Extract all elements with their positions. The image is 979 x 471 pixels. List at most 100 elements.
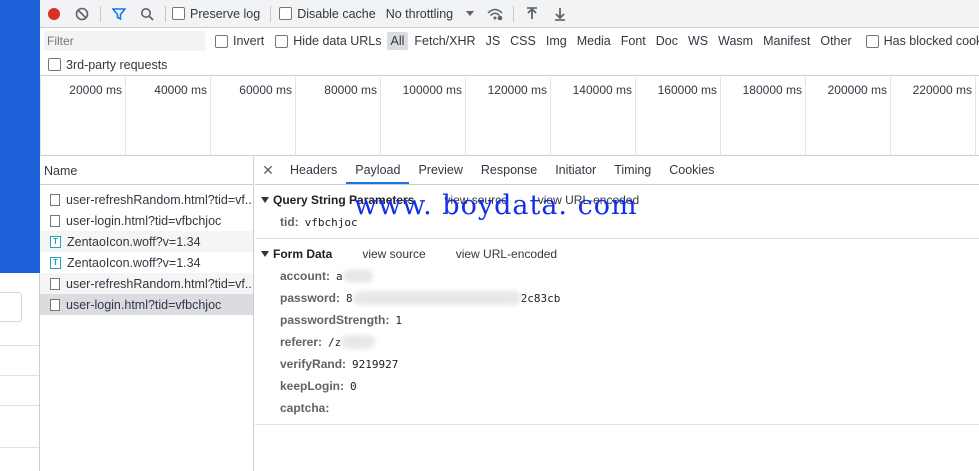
filter-type-img[interactable]: Img xyxy=(542,32,571,50)
filter-type-all[interactable]: All xyxy=(386,32,409,50)
disable-cache-checkbox[interactable] xyxy=(279,7,293,20)
chevron-down-icon xyxy=(466,10,475,16)
preserve-log-label: Preserve log xyxy=(190,6,261,21)
tab-timing[interactable]: Timing xyxy=(605,157,660,184)
param-value-start: 8 xyxy=(346,291,353,305)
third-party-bar: 3rd-party requests xyxy=(40,54,979,76)
filter-type-wasm[interactable]: Wasm xyxy=(714,32,757,50)
request-name: ZentaoIcon.woff?v=1.34 xyxy=(67,234,201,249)
timeline-overview[interactable]: 20000 ms 40000 ms 60000 ms 80000 ms 1000… xyxy=(40,77,979,156)
param-key: referer: xyxy=(280,335,323,349)
tab-preview[interactable]: Preview xyxy=(409,157,471,184)
page-divider xyxy=(0,405,39,406)
request-row[interactable]: T ZentaoIcon.woff?v=1.34 xyxy=(40,252,253,273)
request-name: ZentaoIcon.woff?v=1.34 xyxy=(67,255,201,270)
invert-checkbox[interactable] xyxy=(215,34,228,48)
disable-cache-toggle[interactable]: Disable cache xyxy=(279,0,376,28)
hide-data-urls-checkbox[interactable] xyxy=(275,34,289,48)
record-icon[interactable] xyxy=(40,0,68,28)
page-divider xyxy=(0,447,39,448)
request-list: Name user-refreshRandom.html?tid=vf... u… xyxy=(40,157,254,471)
document-icon xyxy=(50,277,60,290)
throttling-select[interactable]: No throttling xyxy=(386,0,477,28)
param-key: passwordStrength: xyxy=(280,313,390,327)
watermark-text: www. boydata. com xyxy=(354,190,638,221)
page-input-edge xyxy=(0,292,22,322)
has-blocked-cookies-toggle[interactable]: Has blocked cookies xyxy=(865,28,979,54)
filter-type-css[interactable]: CSS xyxy=(506,32,540,50)
request-name: user-login.html?tid=vfbchjoc xyxy=(66,297,222,312)
import-har-icon[interactable] xyxy=(518,0,546,28)
page-header-blue xyxy=(0,0,40,273)
filter-type-fetch-xhr[interactable]: Fetch/XHR xyxy=(410,32,479,50)
tab-cookies[interactable]: Cookies xyxy=(660,157,723,184)
tab-headers[interactable]: Headers xyxy=(281,157,346,184)
filter-type-manifest[interactable]: Manifest xyxy=(759,32,814,50)
redaction-blur xyxy=(341,335,376,349)
export-har-icon[interactable] xyxy=(546,0,574,28)
timeline-tick-label: 20000 ms xyxy=(69,83,122,97)
form-data-header[interactable]: Form Data view source view URL-encoded xyxy=(255,243,979,265)
timeline-tick-label: 120000 ms xyxy=(487,83,547,97)
form-param-keep-login: keepLogin: 0 xyxy=(255,375,979,397)
filter-type-doc[interactable]: Doc xyxy=(652,32,682,50)
form-view-source-link[interactable]: view source xyxy=(362,247,425,261)
redaction-blur xyxy=(342,269,373,283)
disable-cache-label: Disable cache xyxy=(297,6,376,21)
form-param-password-strength: passwordStrength: 1 xyxy=(255,309,979,331)
document-icon xyxy=(50,298,60,311)
page-background xyxy=(0,0,40,471)
invert-toggle[interactable]: Invert xyxy=(215,28,264,54)
form-param-captcha: captcha: xyxy=(255,397,979,419)
param-key: keepLogin: xyxy=(280,379,345,393)
request-row-selected[interactable]: user-login.html?tid=vfbchjoc xyxy=(40,294,253,315)
hide-data-urls-label: Hide data URLs xyxy=(293,34,382,48)
request-row[interactable]: user-refreshRandom.html?tid=vf... xyxy=(40,273,253,294)
filter-icon[interactable] xyxy=(105,0,133,28)
third-party-label: 3rd-party requests xyxy=(66,57,168,72)
third-party-checkbox[interactable] xyxy=(48,58,61,71)
column-header-name[interactable]: Name xyxy=(40,157,253,185)
network-conditions-icon[interactable] xyxy=(481,0,509,28)
throttling-value: No throttling xyxy=(385,6,454,21)
tab-payload[interactable]: Payload xyxy=(346,157,410,184)
timeline-tick-label: 140000 ms xyxy=(572,83,632,97)
tab-response[interactable]: Response xyxy=(472,157,546,184)
toolbar-separator xyxy=(165,5,166,22)
form-param-referer: referer: /z xyxy=(255,331,979,353)
preserve-log-checkbox[interactable] xyxy=(172,7,185,20)
font-file-icon: T xyxy=(50,235,61,248)
preserve-log-toggle[interactable]: Preserve log xyxy=(172,0,260,28)
form-view-url-encoded-link[interactable]: view URL-encoded xyxy=(456,247,557,261)
tab-initiator[interactable]: Initiator xyxy=(546,157,605,184)
search-icon[interactable] xyxy=(133,0,161,28)
timeline-tick-label: 180000 ms xyxy=(742,83,802,97)
invert-label: Invert xyxy=(233,34,265,48)
font-file-icon: T xyxy=(50,256,61,269)
third-party-toggle[interactable]: 3rd-party requests xyxy=(48,54,167,76)
filter-type-ws[interactable]: WS xyxy=(684,32,712,50)
filter-type-font[interactable]: Font xyxy=(617,32,650,50)
timeline-tick-label: 40000 ms xyxy=(154,83,207,97)
request-row[interactable]: user-login.html?tid=vfbchjoc xyxy=(40,210,253,231)
param-value: 0 xyxy=(350,379,357,393)
clear-icon[interactable] xyxy=(68,0,96,28)
filter-type-media[interactable]: Media xyxy=(573,32,615,50)
param-key: tid: xyxy=(280,215,299,229)
close-icon[interactable]: ✕ xyxy=(255,157,281,184)
hide-data-urls-toggle[interactable]: Hide data URLs xyxy=(275,28,382,54)
filter-input[interactable] xyxy=(44,31,205,51)
page-divider xyxy=(0,375,39,376)
request-row[interactable]: T ZentaoIcon.woff?v=1.34 xyxy=(40,231,253,252)
filter-type-other[interactable]: Other xyxy=(816,32,855,50)
filter-type-js[interactable]: JS xyxy=(482,32,505,50)
expand-triangle-icon xyxy=(261,197,269,203)
request-row[interactable]: user-refreshRandom.html?tid=vf... xyxy=(40,189,253,210)
has-blocked-cookies-label: Has blocked cookies xyxy=(883,34,979,48)
has-blocked-cookies-checkbox[interactable] xyxy=(865,34,879,48)
param-key: password: xyxy=(280,291,341,305)
param-value: a xyxy=(336,269,343,283)
form-param-account: account: a xyxy=(255,265,979,287)
form-param-password: password: 8 2c83cb xyxy=(255,287,979,309)
timeline-tick-label: 200000 ms xyxy=(827,83,887,97)
